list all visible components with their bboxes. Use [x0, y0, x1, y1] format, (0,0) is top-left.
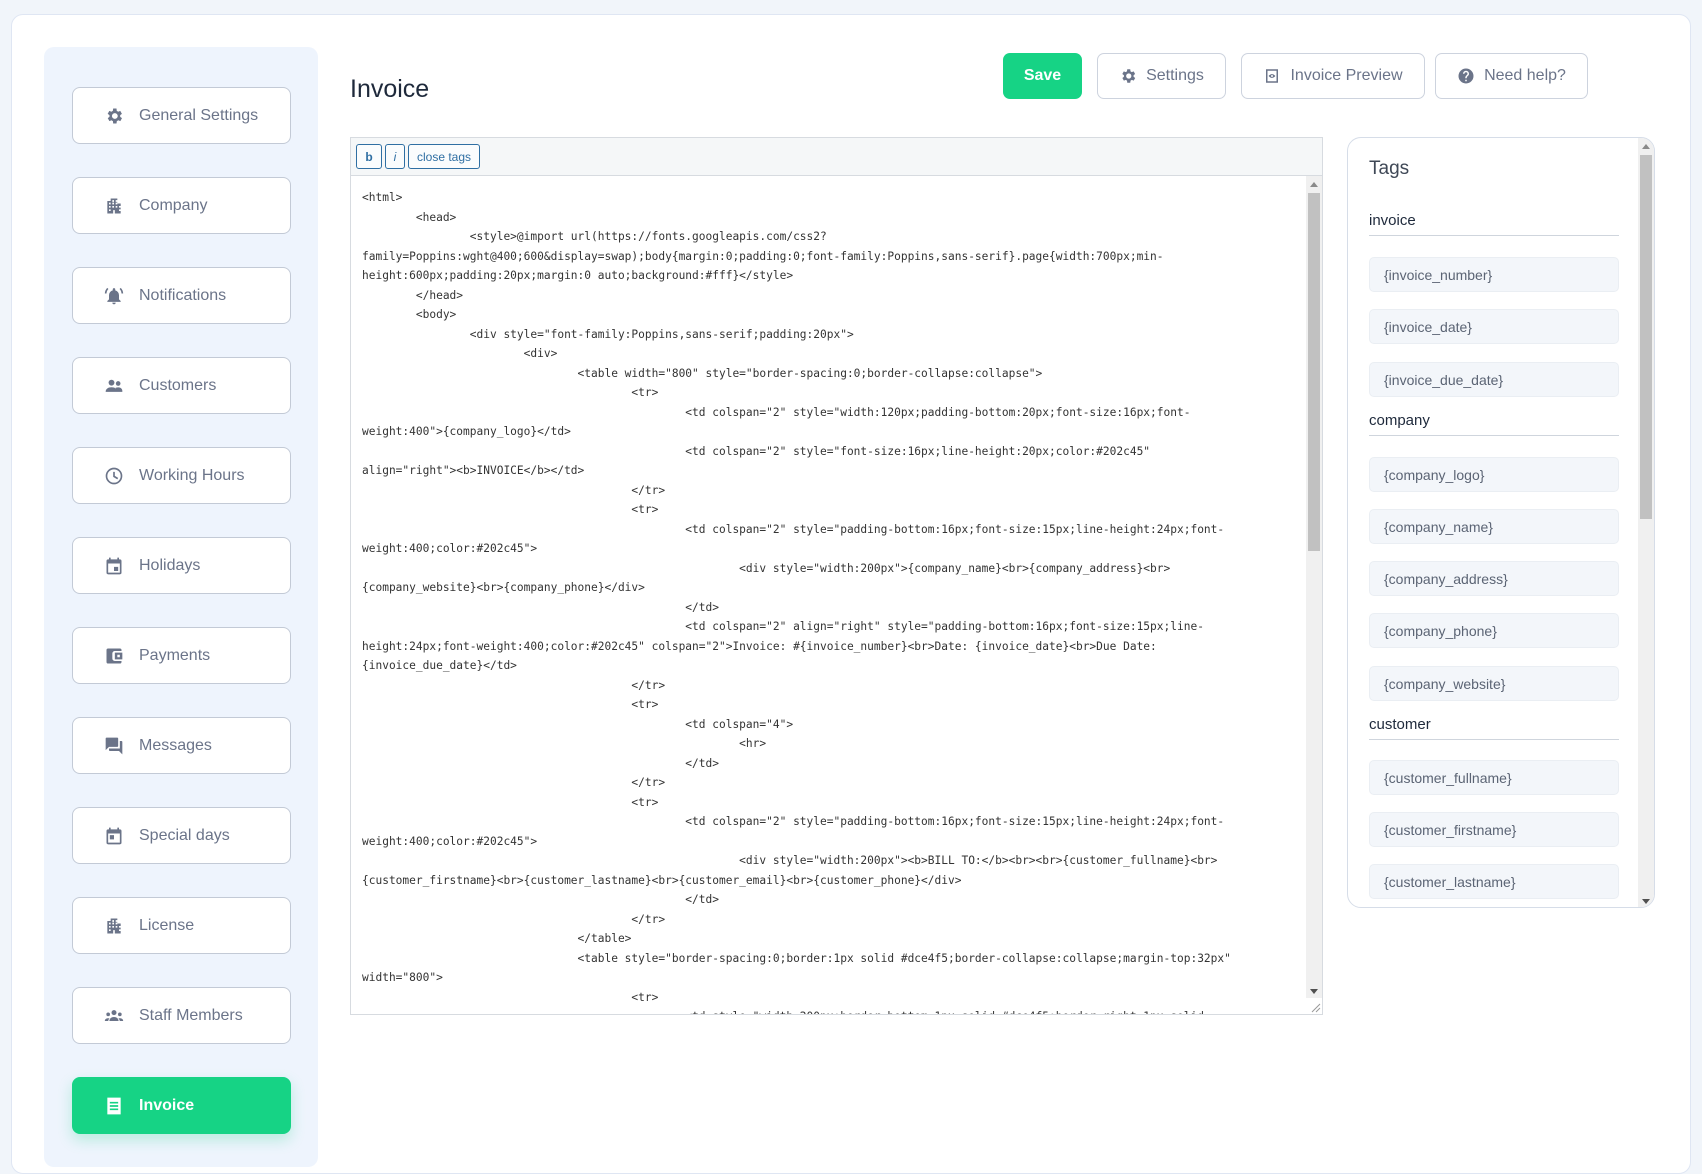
bell-ringing-icon [103, 285, 125, 307]
page-title: Invoice [350, 74, 430, 103]
editor-scrollbar[interactable] [1306, 176, 1322, 998]
sidebar-item-label: Holidays [139, 556, 201, 574]
invoice-preview-button[interactable]: Invoice Preview [1241, 53, 1425, 99]
gear-icon [103, 105, 125, 127]
invoice-preview-button-label: Invoice Preview [1290, 67, 1403, 84]
code-content[interactable]: <html> <head> <style>@import url(https:/… [362, 188, 1292, 1014]
tag-chip[interactable]: {invoice_number} [1369, 257, 1619, 292]
tag-chip[interactable]: {company_website} [1369, 666, 1619, 701]
sidebar-item-label: Company [139, 196, 208, 214]
sidebar-item-messages[interactable]: Messages [72, 717, 291, 774]
need-help-button-label: Need help? [1484, 67, 1566, 84]
sidebar-item-label: General Settings [139, 106, 259, 124]
sidebar-item-label: Working Hours [139, 466, 245, 484]
users-icon [103, 375, 125, 397]
settings-button-label: Settings [1146, 67, 1204, 84]
sidebar-item-label: Special days [139, 826, 230, 844]
sidebar-item-working-hours[interactable]: Working Hours [72, 447, 291, 504]
tag-group-company: company [1369, 412, 1619, 436]
sidebar-item-label: Staff Members [139, 1006, 243, 1024]
sidebar-item-license[interactable]: License [72, 897, 291, 954]
sidebar-item-special-days[interactable]: Special days [72, 807, 291, 864]
tag-chip[interactable]: {customer_firstname} [1369, 812, 1619, 847]
scroll-down-arrow-icon[interactable] [1642, 899, 1650, 904]
save-button[interactable]: Save [1003, 53, 1082, 99]
code-textarea[interactable]: <html> <head> <style>@import url(https:/… [351, 176, 1322, 1014]
sidebar-item-holidays[interactable]: Holidays [72, 537, 291, 594]
tag-chip[interactable]: {invoice_due_date} [1369, 362, 1619, 397]
sidebar-item-label: Customers [139, 376, 217, 394]
scroll-up-arrow-icon[interactable] [1642, 144, 1650, 149]
tag-chip[interactable]: {invoice_date} [1369, 309, 1619, 344]
scroll-down-arrow-icon[interactable] [1310, 989, 1318, 994]
bold-button[interactable]: b [356, 144, 382, 169]
sidebar-item-label: Payments [139, 646, 211, 664]
settings-button[interactable]: Settings [1097, 53, 1226, 99]
question-circle-icon [1457, 67, 1475, 85]
chat-bubbles-icon [103, 735, 125, 757]
wallet-icon [103, 645, 125, 667]
clock-icon [103, 465, 125, 487]
sidebar-item-label: Notifications [139, 286, 227, 304]
tag-chip[interactable]: {company_address} [1369, 561, 1619, 596]
preview-icon [1263, 67, 1281, 85]
scrollbar-thumb[interactable] [1640, 155, 1652, 519]
resize-handle[interactable] [1306, 998, 1322, 1014]
sidebar-item-company[interactable]: Company [72, 177, 291, 234]
sidebar-item-customers[interactable]: Customers [72, 357, 291, 414]
tag-chip[interactable]: {company_phone} [1369, 613, 1619, 648]
tag-group-invoice: invoice [1369, 212, 1619, 236]
sidebar-item-label: License [139, 916, 195, 934]
tag-chip[interactable]: {company_logo} [1369, 457, 1619, 492]
sidebar-item-general-settings[interactable]: General Settings [72, 87, 291, 144]
building-icon [103, 195, 125, 217]
save-button-label: Save [1023, 67, 1062, 84]
calendar-icon [103, 825, 125, 847]
sidebar-item-label: Invoice [139, 1096, 195, 1114]
calendar-icon [103, 555, 125, 577]
building-icon [103, 915, 125, 937]
tag-chip[interactable]: {company_name} [1369, 509, 1619, 544]
italic-button[interactable]: i [385, 144, 405, 169]
need-help-button[interactable]: Need help? [1435, 53, 1588, 99]
sidebar-item-notifications[interactable]: Notifications [72, 267, 291, 324]
sidebar-item-invoice[interactable]: Invoice [72, 1077, 291, 1134]
receipt-icon [103, 1095, 125, 1117]
scrollbar-thumb[interactable] [1308, 193, 1320, 551]
scroll-up-arrow-icon[interactable] [1310, 182, 1318, 187]
tags-title: Tags [1369, 158, 1410, 179]
tags-scrollbar[interactable] [1638, 138, 1654, 907]
sidebar-item-staff-members[interactable]: Staff Members [72, 987, 291, 1044]
tags-panel: Tags invoice {invoice_number} {invoice_d… [1347, 137, 1655, 908]
editor-toolbar: b i close tags [351, 138, 1322, 176]
tag-group-customer: customer [1369, 716, 1619, 740]
template-editor: b i close tags <html> <head> <style>@imp… [350, 137, 1323, 1015]
sidebar-item-payments[interactable]: Payments [72, 627, 291, 684]
close-tags-button[interactable]: close tags [408, 144, 481, 169]
tag-chip[interactable]: {customer_fullname} [1369, 760, 1619, 795]
tag-chip[interactable]: {customer_lastname} [1369, 864, 1619, 899]
sidebar-item-label: Messages [139, 736, 212, 754]
gear-icon [1119, 67, 1137, 85]
group-icon [103, 1005, 125, 1027]
